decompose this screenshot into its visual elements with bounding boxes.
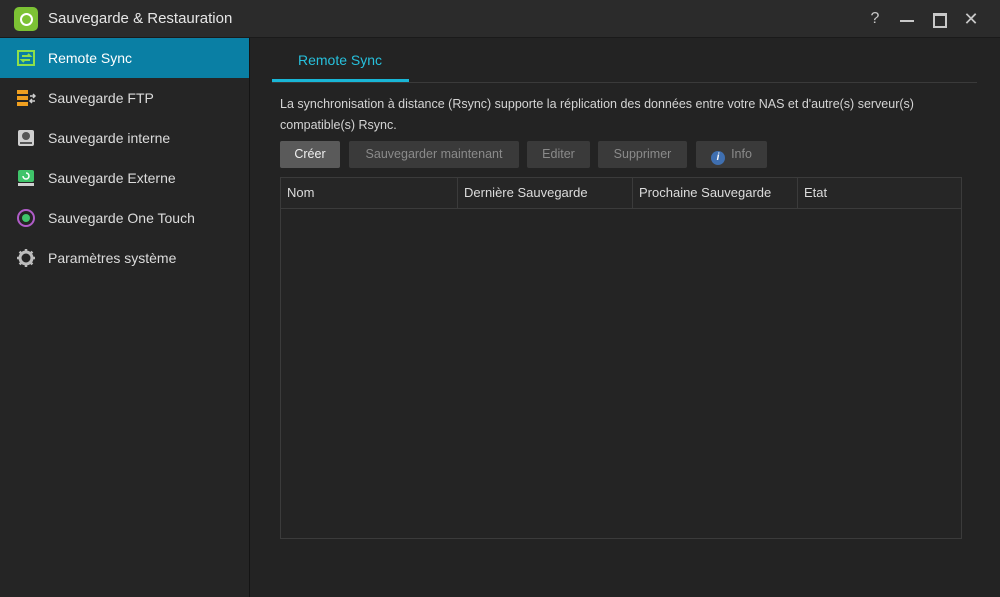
- sidebar-item-ftp[interactable]: Sauvegarde FTP: [0, 78, 249, 118]
- remote-sync-icon: [17, 50, 35, 66]
- title-bar: Sauvegarde & Restauration ? ✕: [0, 0, 1000, 38]
- tab-label: Remote Sync: [298, 52, 383, 68]
- app-logo-icon: [14, 7, 38, 31]
- sidebar-item-external[interactable]: Sauvegarde Externe: [0, 158, 249, 198]
- minimize-button[interactable]: [896, 8, 918, 30]
- column-header-name[interactable]: Nom: [281, 178, 457, 208]
- sidebar-item-internal[interactable]: Sauvegarde interne: [0, 118, 249, 158]
- sync-jobs-table: Nom Dernière Sauvegarde Prochaine Sauveg…: [280, 177, 962, 539]
- maximize-button[interactable]: [928, 8, 950, 30]
- table-header: Nom Dernière Sauvegarde Prochaine Sauveg…: [281, 178, 961, 209]
- sidebar: Remote Sync Sauvegarde FTP Sauvegarde in…: [0, 38, 250, 597]
- backup-now-button[interactable]: Sauvegarder maintenant: [349, 141, 519, 168]
- sidebar-item-label: Sauvegarde FTP: [48, 90, 154, 106]
- tab-divider: [272, 82, 977, 83]
- info-button[interactable]: i Info: [696, 141, 767, 168]
- sidebar-item-system-settings[interactable]: Paramètres système: [0, 238, 249, 278]
- window-title: Sauvegarde & Restauration: [48, 10, 233, 27]
- help-button[interactable]: ?: [864, 8, 886, 30]
- column-header-next-backup[interactable]: Prochaine Sauvegarde: [632, 178, 797, 208]
- edit-button[interactable]: Editer: [527, 141, 590, 168]
- column-header-last-backup[interactable]: Dernière Sauvegarde: [457, 178, 632, 208]
- sidebar-item-label: Sauvegarde One Touch: [48, 210, 195, 226]
- close-button[interactable]: ✕: [960, 8, 982, 30]
- one-touch-icon: [17, 209, 35, 227]
- internal-drive-icon: [18, 130, 34, 146]
- sidebar-item-remote-sync[interactable]: Remote Sync: [0, 38, 249, 78]
- external-drive-icon: [18, 170, 34, 186]
- create-button[interactable]: Créer: [280, 141, 340, 168]
- main-panel: Remote Sync La synchronisation à distanc…: [250, 38, 1000, 597]
- sidebar-item-label: Paramètres système: [48, 250, 177, 266]
- sidebar-item-label: Remote Sync: [48, 50, 133, 66]
- sidebar-item-label: Sauvegarde interne: [48, 130, 171, 146]
- sidebar-item-label: Sauvegarde Externe: [48, 170, 176, 186]
- tab-remote-sync[interactable]: Remote Sync: [272, 38, 409, 82]
- description-text: La synchronisation à distance (Rsync) su…: [280, 97, 914, 132]
- info-label: Info: [731, 147, 752, 161]
- column-header-status[interactable]: Etat: [797, 178, 961, 208]
- sidebar-item-one-touch[interactable]: Sauvegarde One Touch: [0, 198, 249, 238]
- gear-icon: [17, 249, 35, 267]
- info-icon: i: [711, 151, 726, 165]
- ftp-server-icon: [17, 90, 36, 106]
- delete-button[interactable]: Supprimer: [598, 141, 687, 168]
